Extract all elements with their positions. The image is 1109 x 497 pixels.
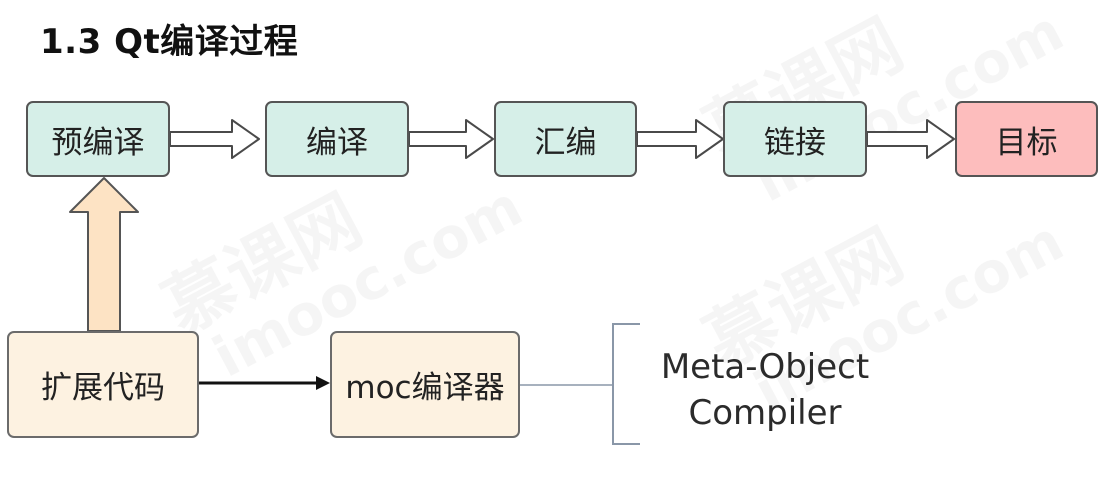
extension-code-box: 扩展代码 — [7, 331, 199, 438]
flow-arrow-2 — [408, 119, 494, 159]
note-line-2: Compiler — [688, 393, 842, 433]
moc-arrow-head — [316, 376, 330, 390]
flow-arrow-4 — [866, 119, 955, 159]
callout-bracket — [612, 323, 640, 445]
up-arrow — [69, 177, 139, 332]
flow-arrow-3 — [636, 119, 724, 159]
stage-target: 目标 — [955, 101, 1098, 177]
stage-preprocess: 预编译 — [26, 101, 170, 177]
moc-compiler-box: moc编译器 — [330, 331, 520, 438]
flow-arrow-1 — [169, 119, 260, 159]
meta-object-compiler-note: Meta-Object Compiler — [640, 344, 890, 436]
stage-link: 链接 — [723, 101, 867, 177]
stage-assemble: 汇编 — [494, 101, 637, 177]
note-line-1: Meta-Object — [660, 347, 870, 387]
stage-compile: 编译 — [265, 101, 409, 177]
diagram-canvas: 慕课网 imooc.com 慕课网 imooc.com 慕课网 imooc.co… — [0, 0, 1109, 497]
